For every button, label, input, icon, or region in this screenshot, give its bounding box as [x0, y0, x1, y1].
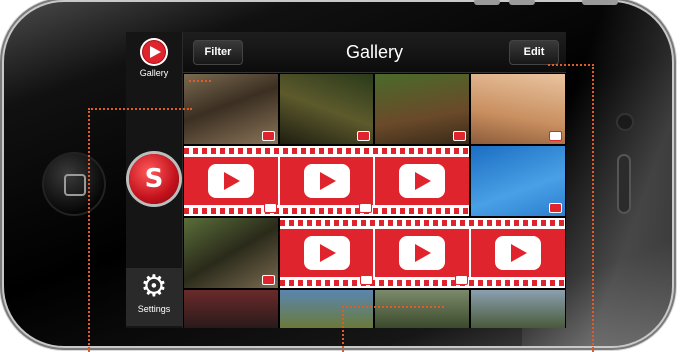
thumbnail-photo[interactable] — [280, 74, 373, 144]
play-icon — [399, 164, 445, 198]
home-square-icon — [64, 174, 86, 196]
sidebar-item-label: Gallery — [139, 68, 169, 78]
film-perforations — [184, 208, 469, 214]
annotation-line — [189, 80, 211, 110]
camera-badge-icon — [357, 131, 370, 141]
phone-volume-button — [474, 0, 500, 5]
annotation-line — [548, 64, 594, 352]
edit-button[interactable]: Edit — [509, 40, 559, 65]
film-badge-icon — [264, 203, 277, 213]
thumbnail-video[interactable] — [280, 218, 565, 288]
film-perforations — [184, 148, 469, 154]
top-bar: Filter Gallery Edit — [183, 32, 566, 73]
camera-badge-icon — [262, 275, 275, 285]
play-circle-icon — [140, 38, 168, 66]
thumbnail-photo[interactable] — [184, 290, 278, 328]
film-perforations — [280, 220, 565, 226]
annotation-line — [88, 108, 192, 352]
play-icon — [304, 236, 350, 270]
film-badge-icon — [359, 203, 372, 213]
film-badge-icon — [455, 275, 468, 285]
gallery-grid — [183, 73, 566, 328]
sidebar-item-gallery[interactable]: Gallery — [126, 38, 182, 90]
app-screen: Gallery S ⚙ Settings Filter Gallery Edit — [126, 32, 566, 328]
video-frame — [280, 157, 373, 205]
speaker-grille — [617, 154, 631, 214]
video-frame — [375, 157, 469, 205]
camera-badge-icon — [453, 131, 466, 141]
play-icon — [495, 236, 541, 270]
camera-badge-icon — [262, 131, 275, 141]
play-icon — [399, 236, 445, 270]
video-frame — [375, 229, 469, 277]
film-badge-icon — [360, 275, 373, 285]
front-camera — [618, 115, 632, 129]
play-icon — [304, 164, 350, 198]
thumbnail-video[interactable] — [184, 146, 469, 216]
video-frame — [280, 229, 373, 277]
play-icon — [208, 164, 254, 198]
film-perforations — [280, 280, 565, 286]
thumbnail-photo[interactable] — [375, 74, 469, 144]
annotation-line — [342, 306, 444, 352]
thumbnail-photo[interactable] — [184, 218, 278, 288]
video-frame — [184, 157, 278, 205]
